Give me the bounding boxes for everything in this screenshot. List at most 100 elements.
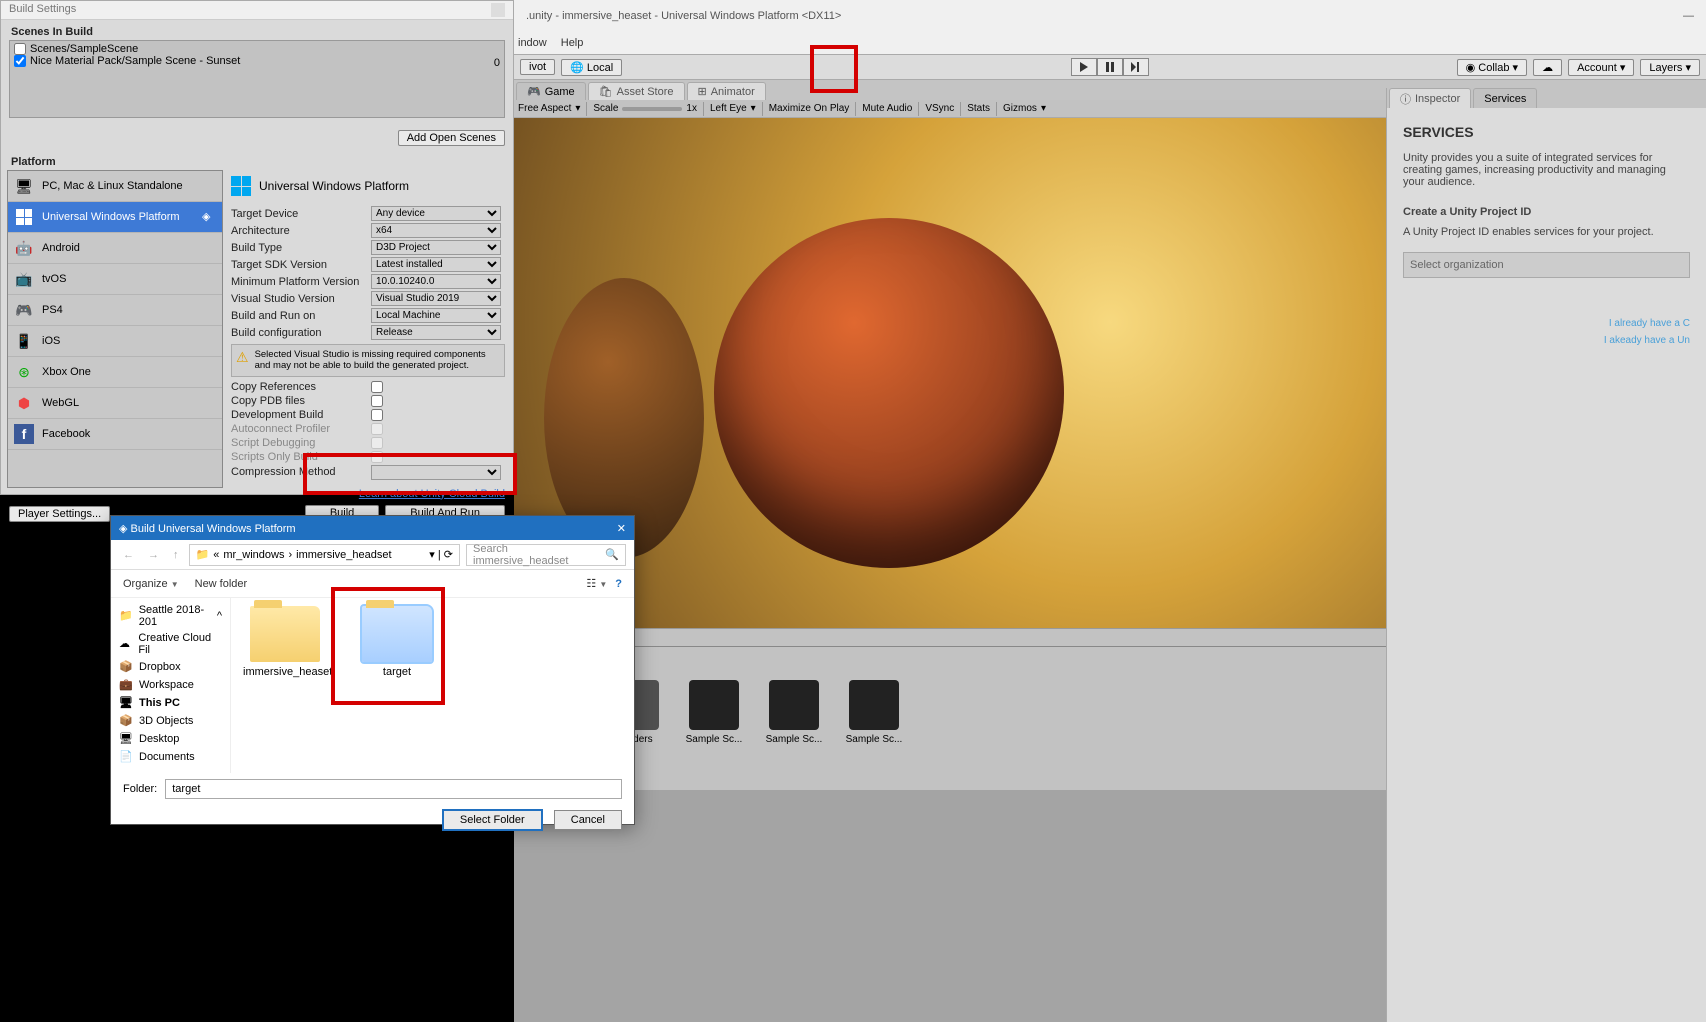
cloud-button[interactable]: ☁ [1533, 59, 1562, 76]
maximize-toggle[interactable]: Maximize On Play [769, 103, 850, 114]
folder-main[interactable]: immersive_heaset target [231, 598, 634, 773]
sidebar-item[interactable]: 📦3D Objects [111, 712, 230, 730]
aspect-dropdown[interactable]: Free Aspect [518, 103, 571, 114]
tab-inspector[interactable]: ⓘ Inspector [1389, 88, 1471, 108]
platform-xbox[interactable]: ⊛Xbox One [8, 357, 222, 388]
build-type-select[interactable]: D3D Project [371, 240, 501, 255]
sidebar-item[interactable]: 📦Dropbox [111, 658, 230, 676]
already-have-link-1[interactable]: I already have a C [1403, 318, 1690, 329]
local-toggle[interactable]: 🌐 Local [561, 59, 622, 76]
target-device-select[interactable]: Any device [371, 206, 501, 221]
architecture-select[interactable]: x64 [371, 223, 501, 238]
view-dropdown[interactable]: ☷ ▼ [586, 577, 607, 590]
pivot-toggle[interactable]: ivot [520, 59, 555, 75]
up-button[interactable]: ↑ [169, 549, 183, 561]
platform-android[interactable]: 🤖Android [8, 233, 222, 264]
already-have-link-2[interactable]: I akeady have a Un [1403, 335, 1690, 346]
folder-item[interactable]: immersive_heaset [243, 606, 327, 678]
window-title: .unity - immersive_heaset - Universal Wi… [526, 10, 841, 22]
select-folder-button[interactable]: Select Folder [442, 809, 543, 831]
copy-pdb-checkbox[interactable] [371, 395, 383, 407]
platform-standalone[interactable]: 🖥PC, Mac & Linux Standalone [8, 171, 222, 202]
window-min-icon[interactable]: — [1683, 10, 1694, 22]
scene-checkbox[interactable] [14, 55, 26, 67]
mute-toggle[interactable]: Mute Audio [862, 103, 912, 114]
build-run-on-select[interactable]: Local Machine [371, 308, 501, 323]
platform-tvos[interactable]: 📺tvOS [8, 264, 222, 295]
collab-dropdown[interactable]: ◉ Collab ▾ [1457, 59, 1527, 76]
platform-uwp[interactable]: Universal Windows Platform◈ [8, 202, 222, 233]
platform-webgl[interactable]: ⬢WebGL [8, 388, 222, 419]
stats-toggle[interactable]: Stats [967, 103, 990, 114]
scene-index: 0 [494, 57, 500, 69]
tab-animator[interactable]: ⊞ Animator [687, 82, 766, 100]
layers-dropdown[interactable]: Layers ▾ [1640, 59, 1700, 76]
folder-search[interactable]: Search immersive_headset🔍 [466, 544, 626, 566]
breadcrumb[interactable]: 📁 « mr_windows › immersive_headset ▾ | ⟳ [189, 544, 461, 566]
scene-checkbox[interactable] [14, 43, 26, 55]
close-icon[interactable]: ✕ [617, 522, 626, 535]
platform-list: 🖥PC, Mac & Linux Standalone Universal Wi… [7, 170, 223, 488]
scene-row[interactable]: Scenes/SampleScene [12, 43, 502, 55]
tab-services[interactable]: Services [1473, 88, 1537, 108]
back-button[interactable]: ← [119, 549, 138, 561]
scene-row[interactable]: Nice Material Pack/Sample Scene - Sunset [12, 55, 502, 67]
search-icon: 🔍 [605, 548, 619, 561]
platform-header: Platform [1, 150, 513, 170]
sidebar-item[interactable]: ☁Creative Cloud Fil [111, 630, 230, 658]
account-dropdown[interactable]: Account ▾ [1568, 59, 1634, 76]
step-button[interactable] [1123, 58, 1149, 76]
vs-version-select[interactable]: Visual Studio 2019 [371, 291, 501, 306]
cancel-button[interactable]: Cancel [554, 810, 622, 830]
scale-slider[interactable] [622, 107, 682, 111]
project-item[interactable]: Sample Sc... [764, 680, 824, 780]
organize-dropdown[interactable]: Organize ▼ [123, 578, 179, 590]
cloud-build-link[interactable]: Learn about Unity Cloud Build [1, 488, 513, 500]
folder-dialog-titlebar[interactable]: ◈ Build Universal Windows Platform ✕ [111, 516, 634, 540]
folder-nav-bar: ← → ↑ 📁 « mr_windows › immersive_headset… [111, 540, 634, 570]
scale-value: 1x [686, 103, 697, 114]
player-settings-button[interactable]: Player Settings... [9, 506, 110, 522]
copy-refs-checkbox[interactable] [371, 381, 383, 393]
tab-game[interactable]: 🎮 Game [516, 82, 586, 100]
project-item[interactable]: Sample Sc... [684, 680, 744, 780]
gizmos-dropdown[interactable]: Gizmos [1003, 103, 1037, 114]
folder-item-selected[interactable]: target [355, 606, 439, 678]
play-button[interactable] [1071, 58, 1097, 76]
platform-ps4[interactable]: 🎮PS4 [8, 295, 222, 326]
build-config-select[interactable]: Release [371, 325, 501, 340]
vsync-toggle[interactable]: VSync [925, 103, 954, 114]
sidebar-item[interactable]: 📄Documents [111, 748, 230, 766]
folder-icon [362, 606, 432, 662]
organization-select[interactable]: Select organization [1403, 252, 1690, 278]
help-icon[interactable]: ? [615, 578, 622, 590]
build-settings-title: Build Settings [9, 3, 76, 17]
menu-window[interactable]: indow [518, 37, 547, 49]
close-icon[interactable] [491, 3, 505, 17]
eye-dropdown[interactable]: Left Eye [710, 103, 747, 114]
compression-select[interactable] [371, 465, 501, 480]
sidebar-item-this-pc[interactable]: 🖥This PC [111, 694, 230, 712]
min-platform-select[interactable]: 10.0.10240.0 [371, 274, 501, 289]
sdk-select[interactable]: Latest installed [371, 257, 501, 272]
add-open-scenes-button[interactable]: Add Open Scenes [398, 130, 505, 146]
menu-help[interactable]: Help [561, 37, 584, 49]
forward-button[interactable]: → [144, 549, 163, 561]
folder-name-input[interactable] [165, 779, 622, 799]
scenes-header: Scenes In Build [1, 20, 513, 40]
scenes-list[interactable]: Scenes/SampleScene Nice Material Pack/Sa… [9, 40, 505, 118]
pause-button[interactable] [1097, 58, 1123, 76]
project-item[interactable]: Sample Sc... [844, 680, 904, 780]
new-folder-button[interactable]: New folder [195, 578, 248, 590]
platform-facebook[interactable]: fFacebook [8, 419, 222, 450]
unity-logo-icon: ◈ [202, 210, 216, 224]
tab-asset-store[interactable]: 🛍 Asset Store [588, 82, 685, 100]
sidebar-item[interactable]: 📁Seattle 2018-201^ [111, 602, 230, 630]
sidebar-item[interactable]: 🖥Desktop [111, 730, 230, 748]
platform-ios[interactable]: 📱iOS [8, 326, 222, 357]
windows-icon [231, 176, 251, 196]
dev-build-checkbox[interactable] [371, 409, 383, 421]
build-settings-titlebar[interactable]: Build Settings [1, 1, 513, 20]
warning-box: ⚠Selected Visual Studio is missing requi… [231, 344, 505, 377]
sidebar-item[interactable]: 💼Workspace [111, 676, 230, 694]
